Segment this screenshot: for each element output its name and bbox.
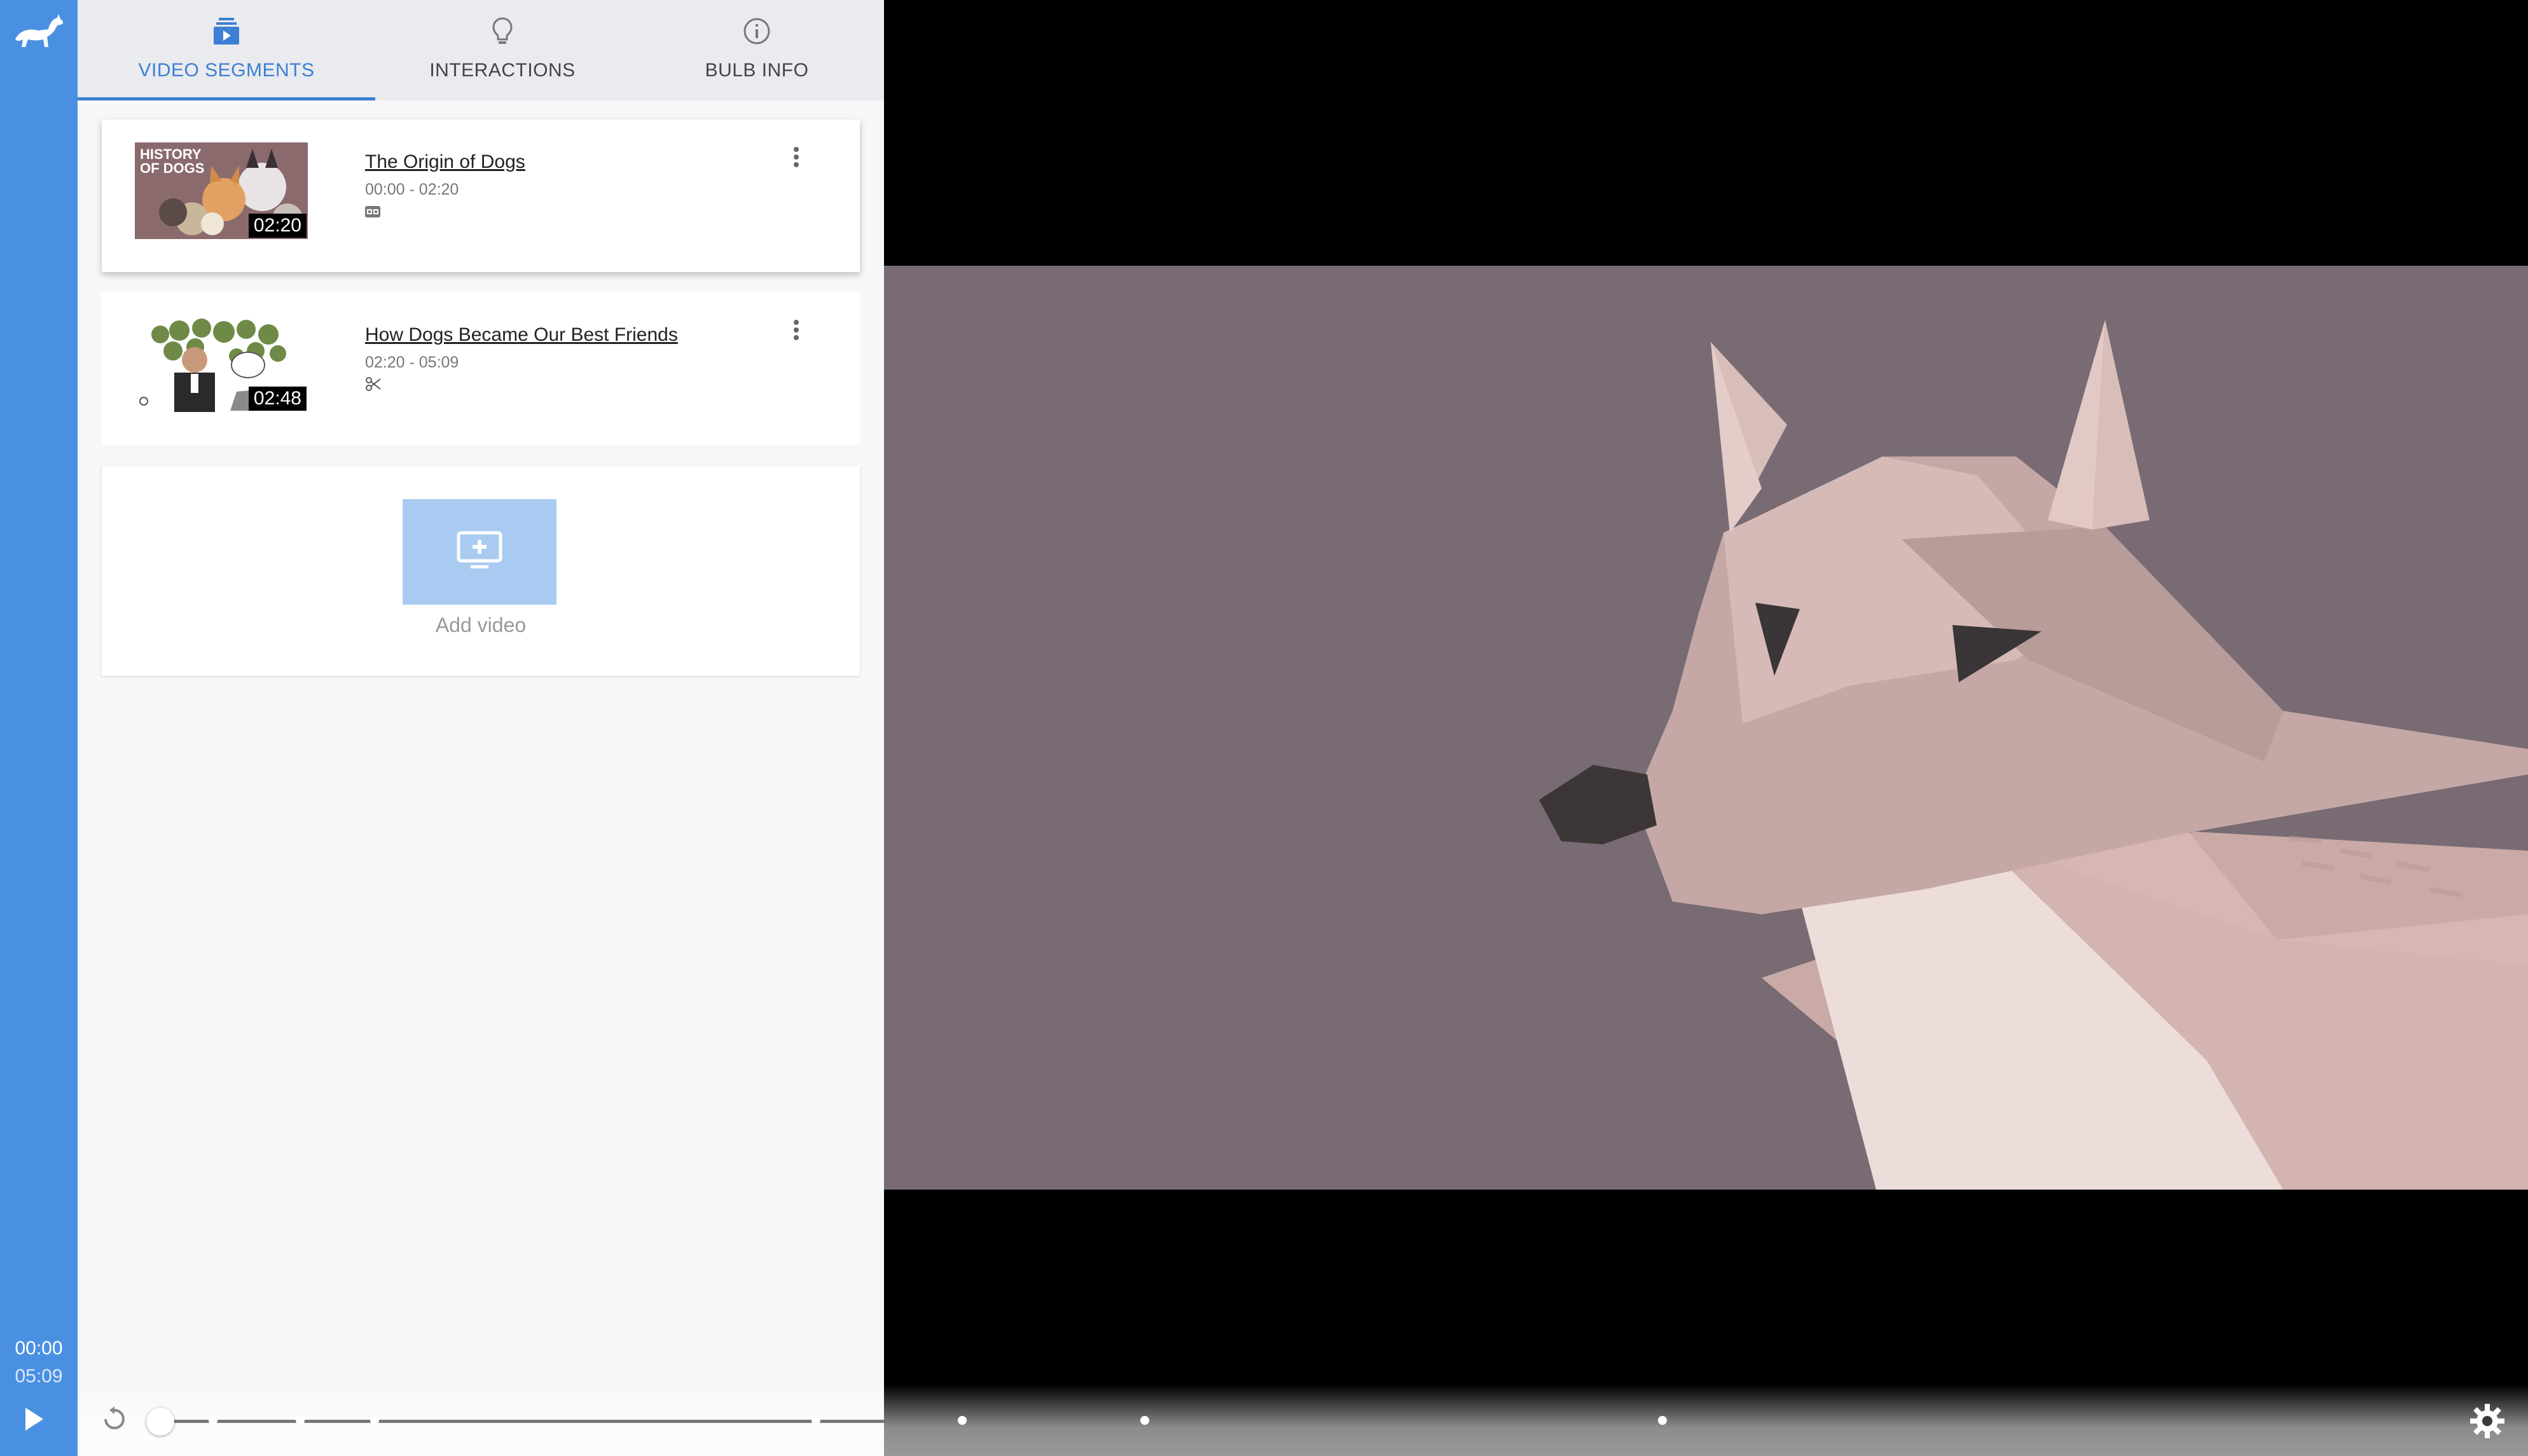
more-options-icon[interactable] [790,318,803,343]
side-panel: VIDEO SEGMENTS INTERACTIONS BULB INFO HI… [78,0,884,1456]
active-tab-indicator [78,97,375,100]
timeline-marker[interactable] [296,1416,305,1425]
segment-duration: 02:20 [248,214,307,238]
total-time: 05:09 [15,1366,63,1387]
more-options-icon[interactable] [790,145,803,170]
video-segments-icon [214,18,239,45]
segment-title[interactable]: The Origin of Dogs [365,151,525,173]
add-video-icon [457,531,502,568]
segment-card[interactable]: HISTORY OF DOGS 02:20 The Origin of Dogs… [102,120,860,272]
tab-bar: VIDEO SEGMENTS INTERACTIONS BULB INFO [78,0,884,100]
add-video-card: Add video [102,466,860,676]
player-controls [78,1385,2528,1456]
timeline-scrubber[interactable] [146,1408,174,1436]
video-player[interactable] [884,0,2528,1456]
gear-icon[interactable] [2469,1403,2506,1439]
tab-video-segments[interactable]: VIDEO SEGMENTS [78,0,375,100]
tab-label: INTERACTIONS [429,60,576,81]
video-frame [884,266,2528,1190]
tab-label: VIDEO SEGMENTS [138,60,315,81]
timeline-marker[interactable] [370,1416,379,1425]
scissors-icon [366,377,381,391]
app-root: 00:00 05:09 VIDEO SEGMENTS INTERACTIONS … [0,0,2528,1456]
timeline-marker[interactable] [812,1416,820,1425]
timeline-marker[interactable] [209,1416,218,1425]
segment-card[interactable]: 02:48 How Dogs Became Our Best Friends 0… [102,292,860,445]
timeline-marker[interactable] [1658,1416,1667,1425]
segment-duration: 02:48 [248,387,307,411]
closed-captions-icon [365,206,380,217]
dog-logo-icon[interactable] [13,11,65,50]
segment-thumbnail: 02:48 [135,315,308,412]
play-icon[interactable] [25,1408,43,1431]
lightbulb-icon [492,17,513,44]
info-icon [743,18,770,45]
add-video-button[interactable] [403,499,556,605]
left-rail: 00:00 05:09 [0,0,78,1456]
timeline-track[interactable] [160,1420,2422,1423]
timeline-marker[interactable] [958,1416,967,1425]
timeline-marker[interactable] [1140,1416,1149,1425]
tab-interactions[interactable]: INTERACTIONS [375,0,630,100]
current-time: 00:00 [15,1338,63,1359]
segment-title[interactable]: How Dogs Became Our Best Friends [365,324,678,346]
replay-icon[interactable] [100,1405,128,1433]
tab-bulb-info[interactable]: BULB INFO [630,0,884,100]
thumbnail-title: HISTORY OF DOGS [140,146,205,176]
add-video-label: Add video [435,614,527,636]
segment-time-range: 02:20 - 05:09 [365,354,459,371]
tab-label: BULB INFO [705,60,809,81]
segment-time-range: 00:00 - 02:20 [365,181,459,198]
segment-thumbnail: HISTORY OF DOGS 02:20 [135,142,308,239]
